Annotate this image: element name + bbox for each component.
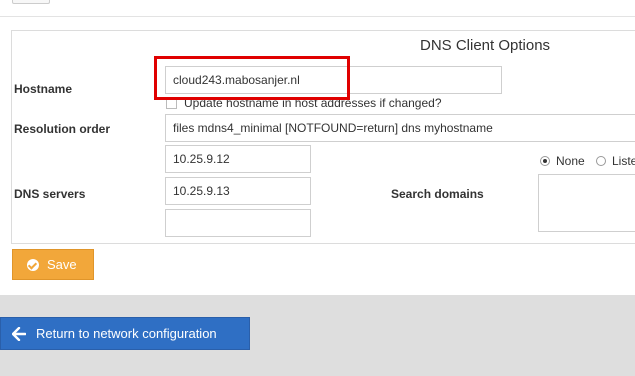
hostname-label: Hostname: [14, 82, 73, 96]
dns-server-input-1[interactable]: 10.25.9.12: [165, 145, 311, 173]
check-circle-icon: [27, 258, 39, 271]
dns-server-input-2[interactable]: 10.25.9.13: [165, 177, 311, 205]
search-domains-none-radio[interactable]: [540, 156, 550, 166]
search-domains-label: Search domains: [391, 187, 484, 201]
resolution-order-input[interactable]: files mdns4_minimal [NOTFOUND=return] dn…: [165, 114, 635, 142]
panel-title: DNS Client Options: [420, 37, 551, 54]
save-button-label: Save: [47, 257, 77, 272]
save-button[interactable]: Save: [12, 249, 94, 280]
return-to-network-config-button[interactable]: Return to network configuration: [0, 317, 250, 350]
search-domains-list-radio[interactable]: [596, 156, 606, 166]
dns-servers-label: DNS servers: [14, 187, 86, 201]
highlight-box: [154, 56, 350, 100]
top-divider: [0, 16, 635, 17]
return-button-label: Return to network configuration: [36, 326, 217, 341]
search-domains-textarea[interactable]: [538, 174, 635, 232]
dns-server-input-3[interactable]: [165, 209, 311, 237]
resolution-order-label: Resolution order: [14, 122, 111, 136]
search-domains-list-label: Liste: [612, 154, 635, 168]
arrow-left-icon: [12, 326, 26, 341]
top-button-stub[interactable]: [12, 0, 50, 4]
search-domains-none-label: None: [556, 154, 585, 168]
